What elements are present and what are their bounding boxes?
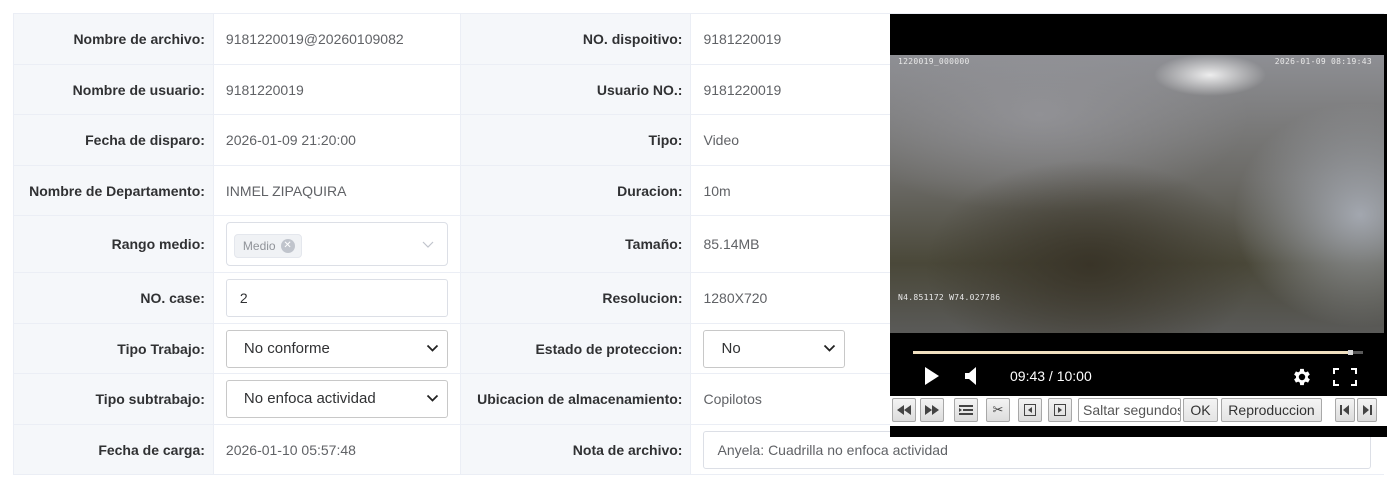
progress-knob[interactable] [1347,350,1353,355]
next-frame-button[interactable] [1048,398,1072,422]
work-type-cell: No conforme [212,323,461,374]
clip-button[interactable]: ✂ [986,398,1010,422]
osd-timestamp: 2026-01-09 08:19:43 [1274,57,1372,66]
video-frame[interactable]: 1220019_000000 2026-01-09 08:19:43 N4.85… [890,55,1384,333]
osd-channel: 1220019_000000 [898,57,970,66]
step-forward-icon [1054,404,1066,416]
last-button[interactable] [1357,398,1377,422]
label-subwork-type: Tipo subtrabajo: [13,373,214,425]
label-protection-state: Estado de proteccion: [459,323,692,374]
case-no-cell: 2 [212,272,461,324]
time-display: 09:43 / 10:00 [1010,368,1092,384]
player-controls: 09:43 / 10:00 [890,333,1384,395]
label-department: Nombre de Departamento: [13,165,214,216]
rewind-button[interactable] [892,398,916,422]
work-type-value: No conforme [243,339,330,357]
label-type: Tipo: [459,114,692,166]
step-back-icon [1024,404,1036,416]
range-tag: Medio ✕ [233,234,302,258]
label-upload-date: Fecha de carga: [13,424,214,475]
chevron-down-icon [426,344,439,352]
fullscreen-icon[interactable] [1333,368,1357,386]
label-trigger-date: Fecha de disparo: [13,114,214,166]
playback-button[interactable]: Reproduccion [1221,398,1322,422]
progress-fill [913,351,1350,354]
playlist-button[interactable] [954,398,978,422]
label-user-name: Nombre de usuario: [13,64,214,115]
chevron-down-icon [422,241,434,248]
skip-end-icon [1363,405,1372,415]
list-icon [959,405,973,415]
subwork-type-cell: No enfoca actividad [212,373,461,425]
scissors-icon: ✂ [992,402,1004,417]
tag-close-icon[interactable]: ✕ [280,239,295,253]
label-user-no: Usuario NO.: [459,64,692,115]
play-icon[interactable] [924,367,940,385]
player-toolbar: ✂ Saltar segundos OK Reproduccion [890,396,1387,426]
subwork-type-select[interactable]: No enfoca actividad [225,380,448,418]
label-resolution: Resolucion: [459,272,692,324]
seek-seconds-input[interactable]: Saltar segundos [1078,398,1181,422]
label-duration: Duracion: [459,165,692,216]
range-select-cell: Medio ✕ [212,215,461,273]
video-player[interactable]: 1220019_000000 2026-01-09 08:19:43 N4.85… [890,14,1387,437]
progress-bar[interactable] [913,350,1363,355]
volume-icon[interactable] [965,367,979,385]
range-tag-label: Medio [242,239,276,253]
label-size: Tamaño: [459,215,692,273]
osd-gps: N4.851172 W74.027786 [898,293,1001,302]
gear-icon[interactable] [1291,366,1313,388]
label-device-no: NO. dispoitivo: [459,13,692,65]
protection-state-value: No [721,339,741,357]
range-multiselect[interactable]: Medio ✕ [225,222,448,266]
label-file-note: Nota de archivo: [459,424,692,475]
value-department: INMEL ZIPAQUIRA [212,165,461,216]
label-work-type: Tipo Trabajo: [13,323,214,374]
fast-forward-button[interactable] [920,398,944,422]
label-case-no: NO. case: [13,272,214,324]
label-file-name: Nombre de archivo: [13,13,214,65]
rewind-icon [897,405,911,415]
case-no-input[interactable]: 2 [225,279,448,317]
value-file-name: 9181220019@20260109082 [212,13,461,65]
prev-frame-button[interactable] [1018,398,1042,422]
subwork-type-value: No enfoca actividad [243,390,376,407]
value-upload-date: 2026-01-10 05:57:48 [212,424,461,475]
first-button[interactable] [1335,398,1355,422]
label-range: Rango medio: [13,215,214,273]
label-storage-location: Ubicacion de almacenamiento: [459,373,692,425]
value-user-name: 9181220019 [212,64,461,115]
seek-ok-button[interactable]: OK [1183,398,1218,422]
work-type-select[interactable]: No conforme [225,329,448,368]
file-detail-panel: Nombre de archivo: 9181220019@2026010908… [13,13,1387,475]
chevron-down-icon [426,394,439,402]
value-trigger-date: 2026-01-09 21:20:00 [212,114,461,166]
skip-start-icon [1340,405,1349,415]
protection-state-select[interactable]: No [703,329,846,368]
chevron-down-icon [824,344,836,352]
fast-forward-icon [925,405,939,415]
